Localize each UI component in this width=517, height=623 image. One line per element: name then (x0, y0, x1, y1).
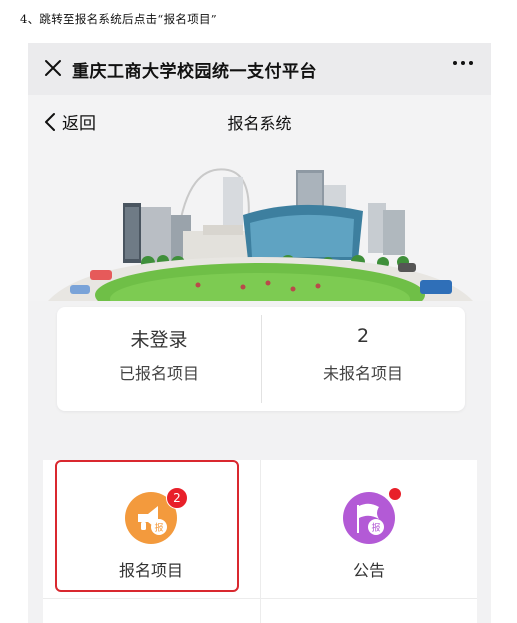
stat-registered-value: 未登录 (130, 329, 188, 351)
stat-registered-label: 已报名项目 (118, 364, 199, 383)
app-titlebar: 重庆工商大学校园统一支付平台 (28, 43, 491, 95)
campus-banner-illustration (28, 145, 491, 301)
phone-screen: 重庆工商大学校园统一支付平台 返回 报名系统 未登录 已报名项目 2 未报名项目… (28, 43, 491, 623)
instruction-caption: 4、跳转至报名系统后点击“报名项目” (20, 12, 217, 26)
menu-grid: 报 2 报名项目 报 公告 (43, 460, 477, 623)
grid-divider-horizontal (43, 598, 477, 599)
app-title: 重庆工商大学校园统一支付平台 (72, 62, 317, 82)
stats-card: 未登录 已报名项目 2 未报名项目 (57, 307, 465, 411)
stat-unregistered-label: 未报名项目 (322, 364, 403, 383)
stat-registered: 未登录 已报名项目 (57, 307, 261, 411)
menu-label-announcements: 公告 (352, 561, 385, 580)
announcement-flag-icon: 报 (343, 492, 395, 544)
page-title: 报名系统 (227, 114, 292, 133)
stat-unregistered: 2 未报名项目 (261, 307, 465, 411)
page-navbar: 返回 报名系统 (28, 95, 491, 145)
more-dots-icon (453, 61, 457, 65)
register-glyph: 报 (154, 522, 163, 534)
close-icon (45, 60, 61, 76)
announcement-glyph: 报 (371, 522, 380, 534)
stat-unregistered-value: 2 (356, 325, 370, 347)
unread-count-badge: 2 (166, 487, 188, 509)
notification-dot-badge (388, 487, 402, 501)
menu-label-register-projects: 报名项目 (118, 561, 183, 580)
menu-item-register-projects[interactable]: 报 2 报名项目 (43, 460, 259, 598)
menu-item-announcements[interactable]: 报 公告 (261, 460, 477, 598)
more-button[interactable] (453, 61, 473, 65)
close-button[interactable] (40, 55, 66, 81)
